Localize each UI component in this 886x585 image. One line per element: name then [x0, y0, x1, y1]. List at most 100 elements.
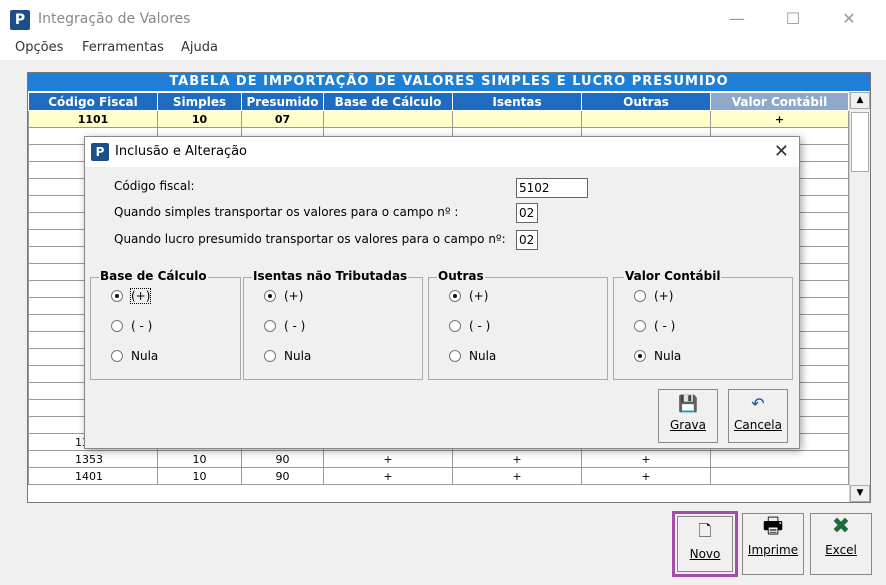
radio-isentas-nula[interactable]: Nula — [264, 349, 311, 363]
grava-label: Grava — [669, 418, 707, 432]
group-title: Isentas não Tributadas — [252, 269, 409, 283]
save-icon: 💾 — [678, 394, 698, 413]
radio-label: ( - ) — [654, 319, 676, 333]
menu-bar: Opções Ferramentas Ajuda — [0, 38, 886, 60]
window-titlebar: P Integração de Valores — ☐ ✕ — [0, 0, 886, 38]
menu-ferramentas[interactable]: Ferramentas — [82, 40, 164, 55]
table-cell — [581, 110, 711, 128]
excel-button[interactable]: ✖ Excel — [810, 513, 872, 575]
table-row[interactable]: 1353 10 90 + + + — [28, 450, 849, 468]
table-cell: + — [323, 450, 453, 468]
table-cell: + — [581, 450, 711, 468]
novo-highlight-frame — [672, 511, 738, 577]
radio-label: (+) — [469, 289, 489, 303]
presumido-field[interactable]: 02 — [516, 230, 538, 250]
undo-icon: ↶ — [751, 394, 765, 413]
radio-base-plus[interactable]: (+) — [111, 288, 152, 304]
radio-label: Nula — [284, 349, 312, 363]
radio-valor-minus[interactable]: ( - ) — [634, 319, 675, 333]
radio-isentas-plus[interactable]: (+) — [264, 289, 303, 303]
group-title: Valor Contábil — [624, 269, 722, 283]
scroll-down-icon[interactable]: ▼ — [850, 485, 870, 502]
group-isentas: Isentas não Tributadas (+) ( - ) Nula — [243, 269, 423, 380]
grava-button[interactable]: 💾 Grava — [658, 389, 718, 443]
imprime-label: Imprime — [747, 543, 799, 557]
table-cell: 1101 — [28, 110, 158, 128]
radio-label: ( - ) — [469, 319, 491, 333]
table-cell: + — [452, 450, 582, 468]
table-cell: + — [710, 110, 849, 128]
table-row[interactable]: 1401 10 90 + + + — [28, 467, 849, 485]
app-logo-icon: P — [10, 10, 30, 30]
table-cell — [710, 450, 849, 468]
table-cell — [323, 110, 453, 128]
inclusao-dialog: P Inclusão e Alteração ✕ Código fiscal: … — [84, 136, 800, 449]
cancela-button[interactable]: ↶ Cancela — [728, 389, 788, 443]
table-cell: 1353 — [28, 450, 158, 468]
table-cell: 10 — [157, 467, 242, 485]
radio-outras-minus[interactable]: ( - ) — [449, 319, 490, 333]
imprime-button[interactable]: 🖶 Imprime — [742, 513, 804, 575]
table-cell: 1401 — [28, 467, 158, 485]
grid-title: TABELA DE IMPORTAÇÃO DE VALORES SIMPLES … — [28, 73, 870, 91]
radio-valor-nula[interactable]: Nula — [634, 349, 681, 363]
codigo-fiscal-label: Código fiscal: — [114, 179, 195, 193]
col-header-presumido[interactable]: Presumido — [241, 92, 324, 111]
vertical-scrollbar[interactable]: ▲ ▼ — [849, 92, 870, 502]
close-window-button[interactable]: ✕ — [826, 6, 872, 32]
radio-label: ( - ) — [284, 319, 306, 333]
col-header-outras[interactable]: Outras — [581, 92, 711, 111]
group-valor-contabil: Valor Contábil (+) ( - ) Nula — [613, 269, 793, 380]
radio-label: (+) — [129, 288, 152, 304]
dialog-titlebar: P Inclusão e Alteração ✕ — [85, 137, 799, 167]
radio-outras-plus[interactable]: (+) — [449, 289, 488, 303]
dialog-close-icon[interactable]: ✕ — [774, 141, 789, 162]
table-cell: + — [323, 467, 453, 485]
col-header-valor-contabil[interactable]: Valor Contábil — [710, 92, 849, 111]
radio-outras-nula[interactable]: Nula — [449, 349, 496, 363]
radio-label: (+) — [654, 289, 674, 303]
col-header-base[interactable]: Base de Cálculo — [323, 92, 453, 111]
minimize-button[interactable]: — — [714, 6, 760, 32]
window-title: Integração de Valores — [38, 11, 191, 27]
excel-icon: ✖ — [831, 514, 851, 539]
radio-label: Nula — [654, 349, 682, 363]
col-header-codigo[interactable]: Código Fiscal — [28, 92, 158, 111]
table-cell: 90 — [241, 450, 324, 468]
table-row-selected[interactable]: 1101 10 07 + — [28, 110, 849, 128]
presumido-label: Quando lucro presumido transportar os va… — [114, 232, 506, 246]
table-header-row: Código Fiscal Simples Presumido Base de … — [28, 92, 849, 111]
printer-icon: 🖶 — [762, 514, 784, 539]
table-cell: 07 — [241, 110, 324, 128]
table-cell: 90 — [241, 467, 324, 485]
dialog-title: Inclusão e Alteração — [115, 144, 248, 159]
radio-base-nula[interactable]: Nula — [111, 349, 158, 363]
maximize-button[interactable]: ☐ — [770, 6, 816, 32]
simples-field[interactable]: 02 — [516, 203, 538, 223]
scroll-up-icon[interactable]: ▲ — [850, 92, 870, 109]
col-header-simples[interactable]: Simples — [157, 92, 242, 111]
radio-label: (+) — [284, 289, 304, 303]
table-cell: 10 — [157, 450, 242, 468]
app-logo-icon: P — [91, 143, 109, 161]
radio-label: Nula — [469, 349, 497, 363]
group-title: Outras — [437, 269, 485, 283]
col-header-isentas[interactable]: Isentas — [452, 92, 582, 111]
table-cell: + — [452, 467, 582, 485]
group-title: Base de Cálculo — [99, 269, 208, 283]
group-outras: Outras (+) ( - ) Nula — [428, 269, 608, 380]
radio-label: Nula — [131, 349, 159, 363]
codigo-fiscal-field[interactable]: 5102 — [516, 178, 588, 198]
menu-ajuda[interactable]: Ajuda — [181, 40, 218, 55]
table-cell: + — [581, 467, 711, 485]
radio-label: ( - ) — [131, 319, 153, 333]
radio-valor-plus[interactable]: (+) — [634, 289, 673, 303]
table-cell — [452, 110, 582, 128]
radio-isentas-minus[interactable]: ( - ) — [264, 319, 305, 333]
radio-base-minus[interactable]: ( - ) — [111, 319, 152, 333]
group-base-calculo: Base de Cálculo (+) ( - ) Nula — [90, 269, 241, 380]
scroll-thumb[interactable] — [851, 112, 869, 172]
menu-opcoes[interactable]: Opções — [15, 40, 63, 55]
excel-label: Excel — [825, 543, 857, 557]
table-cell — [710, 467, 849, 485]
